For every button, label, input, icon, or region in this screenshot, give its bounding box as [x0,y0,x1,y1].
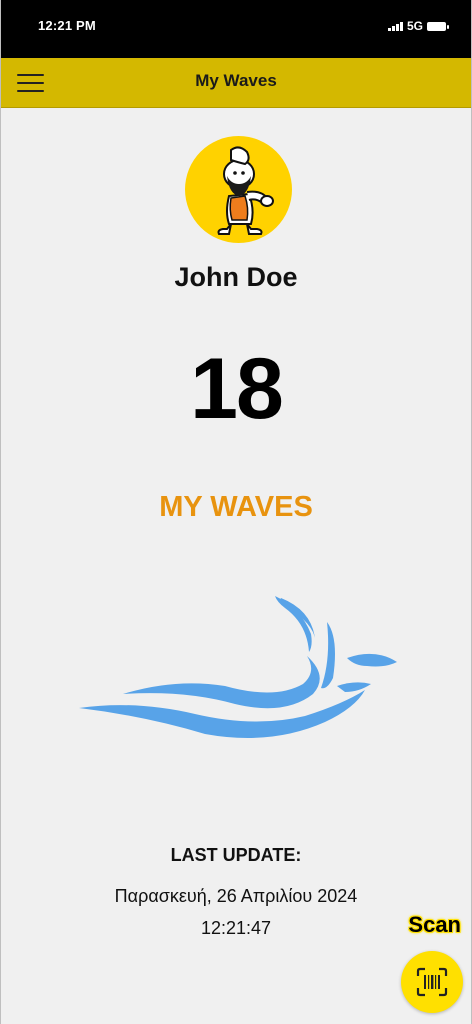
status-indicators: 5G [387,19,449,33]
status-time: 12:21 PM [38,18,96,33]
scan-button[interactable] [401,951,463,1013]
network-label: 5G [406,19,423,33]
wave-splash-icon [79,596,397,738]
app-screen: 12:21 PM 5G My Waves John Doe 18 MY WAVE… [0,0,472,1024]
wave-count: 18 [190,341,284,437]
signal-icon [387,21,403,31]
avatar [185,136,292,243]
caveman-mascot-icon [217,146,274,235]
last-update-time: 12:21:47 [200,918,272,938]
barcode-scan-icon [416,967,448,997]
status-bar: 12:21 PM 5G [1,0,471,58]
my-waves-title: MY WAVES [159,491,313,523]
battery-icon [427,21,449,31]
scan-label: Scan [408,912,461,937]
page-title: My Waves [195,71,277,90]
app-bar: My Waves [1,58,471,108]
last-update-date: Παρασκευή, 26 Απριλίου 2024 [114,886,358,906]
user-name: John Doe [174,262,298,292]
last-update-label: LAST UPDATE: [170,845,302,865]
